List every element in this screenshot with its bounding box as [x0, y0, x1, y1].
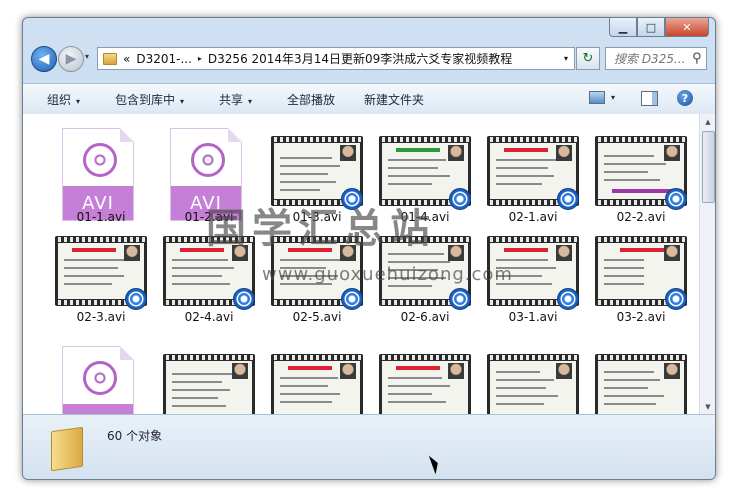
- forward-button[interactable]: ▶: [58, 46, 84, 72]
- file-name: 02-5.avi: [292, 310, 342, 324]
- back-arrow-icon: ◀: [38, 51, 50, 67]
- watermark-text: 国学汇总站: [206, 206, 436, 252]
- watermark-url: www.guoxuehuizong.com: [262, 264, 513, 285]
- item-count: 60 个对象: [107, 429, 163, 443]
- forward-arrow-icon: ▶: [65, 51, 77, 67]
- maximize-button[interactable]: □: [637, 18, 665, 37]
- file-item[interactable]: 02-3.avi: [45, 220, 147, 324]
- refresh-icon: ↻: [582, 51, 594, 66]
- change-view-icon[interactable]: [589, 91, 605, 104]
- refresh-button[interactable]: ↻: [576, 47, 600, 70]
- search-box[interactable]: ⚲: [605, 47, 707, 70]
- details-pane: 60 个对象: [23, 414, 715, 479]
- file-item[interactable]: [369, 338, 471, 414]
- video-thumbnail: [163, 354, 255, 414]
- include-in-library-menu[interactable]: 包含到库中 ▾: [115, 91, 184, 108]
- recent-pages-dropdown[interactable]: ▾: [85, 52, 89, 61]
- window-controls: ▁ □ ✕: [609, 18, 709, 37]
- file-item[interactable]: [153, 338, 255, 414]
- breadcrumb-current[interactable]: D3256 2014年3月14日更新09李洪成六爻专家视频教程: [208, 50, 512, 67]
- media-player-badge-icon: [557, 288, 579, 310]
- media-player-badge-icon: [665, 188, 687, 210]
- media-player-badge-icon: [125, 288, 147, 310]
- file-name: 02-4.avi: [184, 310, 234, 324]
- film-reel-icon: [83, 143, 117, 177]
- file-item[interactable]: 02-1.avi: [477, 120, 579, 224]
- scroll-thumb[interactable]: [702, 131, 715, 203]
- command-bar: 组织 ▾ 包含到库中 ▾ 共享 ▾ 全部播放 新建文件夹 ▾ ?: [23, 83, 715, 115]
- organize-menu[interactable]: 组织 ▾: [47, 91, 80, 108]
- media-player-badge-icon: [233, 288, 255, 310]
- avi-file-icon: [62, 346, 134, 414]
- address-dropdown-icon[interactable]: ▾: [564, 54, 568, 63]
- file-item[interactable]: AVI 01-1.avi: [45, 120, 145, 224]
- video-thumbnail: [595, 354, 687, 414]
- media-player-badge-icon: [557, 188, 579, 210]
- file-item[interactable]: 02-2.avi: [585, 120, 687, 224]
- scroll-down-icon[interactable]: ▼: [700, 399, 715, 414]
- navigation-bar: ◀ ▶ ▾ « D3201-... ▸ D3256 2014年3月14日更新09…: [23, 42, 715, 74]
- video-thumbnail: [379, 354, 471, 414]
- video-thumbnail: [271, 354, 363, 414]
- file-name: 03-2.avi: [616, 310, 666, 324]
- search-input[interactable]: [612, 50, 690, 67]
- folder-icon: [103, 52, 117, 65]
- back-button[interactable]: ◀: [31, 46, 57, 72]
- file-item[interactable]: [261, 338, 363, 414]
- media-player-badge-icon: [449, 188, 471, 210]
- media-player-badge-icon: [341, 288, 363, 310]
- folder-icon: [51, 426, 83, 472]
- avi-file-icon: AVI: [62, 128, 134, 221]
- file-item[interactable]: [477, 338, 579, 414]
- new-folder-button[interactable]: 新建文件夹: [364, 91, 424, 108]
- media-player-badge-icon: [665, 288, 687, 310]
- film-reel-icon: [83, 361, 117, 395]
- preview-pane-icon[interactable]: [641, 91, 658, 106]
- file-item[interactable]: 03-2.avi: [585, 220, 687, 324]
- video-thumbnail: [487, 354, 579, 414]
- file-name: 03-1.avi: [508, 310, 558, 324]
- address-bar[interactable]: « D3201-... ▸ D3256 2014年3月14日更新09李洪成六爻专…: [97, 47, 575, 70]
- search-icon[interactable]: ⚲: [692, 51, 702, 66]
- film-reel-icon: [191, 143, 225, 177]
- close-button[interactable]: ✕: [665, 18, 709, 37]
- scroll-up-icon[interactable]: ▲: [700, 114, 715, 129]
- view-options-dropdown[interactable]: ▾: [611, 93, 615, 102]
- vertical-scrollbar[interactable]: ▲ ▼: [699, 114, 715, 414]
- share-menu[interactable]: 共享 ▾: [219, 91, 252, 108]
- minimize-button[interactable]: ▁: [609, 18, 637, 37]
- file-item[interactable]: [45, 338, 145, 414]
- breadcrumb-overflow[interactable]: «: [123, 52, 130, 66]
- breadcrumb-parent[interactable]: D3201-...: [136, 52, 192, 66]
- media-player-badge-icon: [449, 288, 471, 310]
- play-all-button[interactable]: 全部播放: [287, 91, 335, 108]
- file-item[interactable]: [585, 338, 687, 414]
- breadcrumb-separator-icon[interactable]: ▸: [198, 54, 202, 63]
- file-name: 02-6.avi: [400, 310, 450, 324]
- file-name: 02-3.avi: [76, 310, 126, 324]
- help-icon[interactable]: ?: [677, 90, 693, 106]
